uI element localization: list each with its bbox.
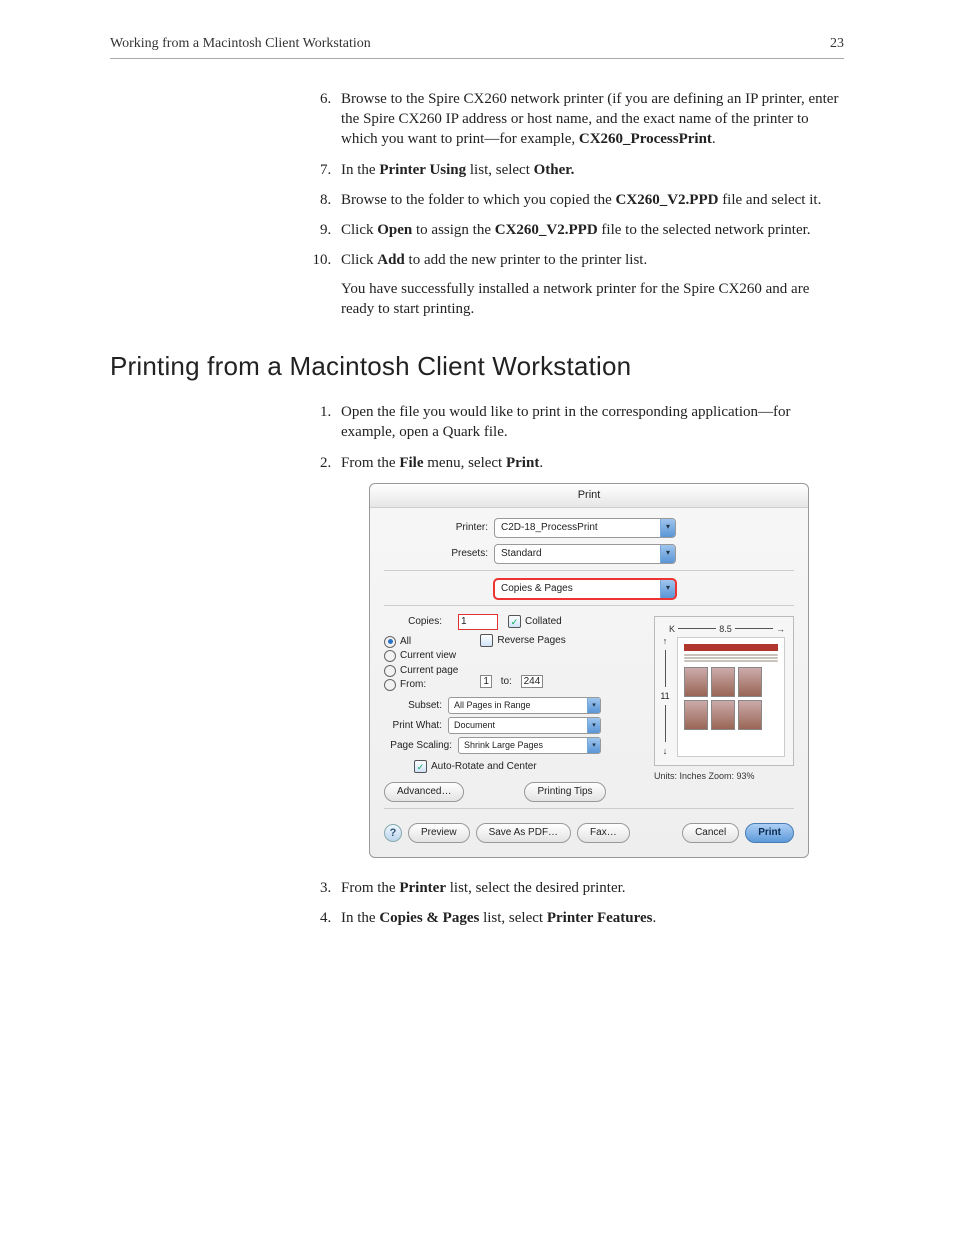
- chevron-updown-icon: ▾: [660, 519, 675, 537]
- range-from-radio[interactable]: From:: [384, 678, 458, 692]
- printwhat-label: Print What:: [384, 719, 448, 733]
- radio-off-icon: [384, 665, 396, 677]
- radio-off-icon: [384, 650, 396, 662]
- help-button[interactable]: ?: [384, 824, 402, 842]
- preview-box: K8.5→ ↑11↓: [654, 616, 794, 766]
- printwhat-select[interactable]: Document▾: [448, 717, 601, 734]
- printer-select[interactable]: C2D-18_ProcessPrint ▾: [494, 518, 676, 538]
- autorotate-checkbox[interactable]: ✓ Auto-Rotate and Center: [414, 760, 537, 774]
- dialog-title: Print: [370, 484, 808, 508]
- step-9: Click Open to assign the CX260_V2.PPD fi…: [335, 220, 844, 240]
- advanced-button[interactable]: Advanced…: [384, 782, 464, 802]
- step-b3: From the Printer list, select the desire…: [335, 878, 844, 898]
- range-currentpage-radio[interactable]: Current page: [384, 664, 458, 678]
- to-label: to:: [495, 676, 518, 687]
- subset-select[interactable]: All Pages in Range▾: [448, 697, 601, 714]
- chevron-updown-icon: ▾: [660, 580, 675, 598]
- check-icon: ✓: [508, 615, 521, 628]
- presets-label: Presets:: [384, 547, 494, 561]
- cancel-button[interactable]: Cancel: [682, 823, 739, 843]
- dim-width: K8.5→: [669, 623, 785, 635]
- separator: [384, 605, 794, 606]
- header-title: Working from a Macintosh Client Workstat…: [110, 35, 371, 54]
- step-8: Browse to the folder to which you copied…: [335, 190, 844, 210]
- step-list-b: Open the file you would like to print in…: [110, 402, 844, 928]
- step-list-a: Browse to the Spire CX260 network printe…: [110, 89, 844, 319]
- copies-label: Copies:: [384, 615, 448, 629]
- separator: [384, 808, 794, 809]
- checkbox-empty-icon: ✓: [480, 634, 493, 647]
- pane-select[interactable]: Copies & Pages ▾: [494, 579, 676, 599]
- scaling-select[interactable]: Shrink Large Pages▾: [458, 737, 601, 754]
- separator: [384, 570, 794, 571]
- step-7: In the Printer Using list, select Other.: [335, 160, 844, 180]
- chevron-updown-icon: ▾: [660, 545, 675, 563]
- chevron-updown-icon: ▾: [587, 698, 600, 713]
- printing-tips-button[interactable]: Printing Tips: [524, 782, 605, 802]
- page-thumbnail: [677, 637, 785, 757]
- chevron-updown-icon: ▾: [587, 718, 600, 733]
- units-zoom: Units: Inches Zoom: 93%: [654, 770, 794, 782]
- to-page-input[interactable]: 244: [521, 675, 544, 688]
- section-heading: Printing from a Macintosh Client Worksta…: [110, 349, 844, 384]
- copies-input[interactable]: 1: [458, 614, 498, 630]
- fax-button[interactable]: Fax…: [577, 823, 630, 843]
- print-dialog-figure: Print Printer: C2D-18_ProcessPrint ▾ Pre…: [369, 483, 809, 858]
- save-as-pdf-button[interactable]: Save As PDF…: [476, 823, 571, 843]
- range-all-radio[interactable]: All: [384, 635, 458, 649]
- printer-label: Printer:: [384, 521, 494, 535]
- step-b2: From the File menu, select Print. Print …: [335, 453, 844, 858]
- chevron-updown-icon: ▾: [587, 738, 600, 753]
- reverse-pages-checkbox[interactable]: ✓ Reverse Pages: [480, 634, 565, 648]
- range-currentview-radio[interactable]: Current view: [384, 649, 458, 663]
- preview-button[interactable]: Preview: [408, 823, 470, 843]
- radio-off-icon: [384, 679, 396, 691]
- step-10: Click Add to add the new printer to the …: [335, 250, 844, 319]
- scaling-label: Page Scaling:: [384, 739, 458, 753]
- step-b4: In the Copies & Pages list, select Print…: [335, 908, 844, 928]
- from-page-input[interactable]: 1: [480, 675, 492, 688]
- radio-on-icon: [384, 636, 396, 648]
- subset-label: Subset:: [384, 699, 448, 713]
- print-button[interactable]: Print: [745, 823, 794, 843]
- running-header: Working from a Macintosh Client Workstat…: [110, 35, 844, 59]
- page-number: 23: [830, 35, 844, 54]
- collated-checkbox[interactable]: ✓ Collated: [508, 615, 562, 629]
- dim-height: ↑11↓: [659, 635, 671, 757]
- step-10-note: You have successfully installed a networ…: [341, 279, 844, 320]
- step-b1: Open the file you would like to print in…: [335, 402, 844, 443]
- step-6: Browse to the Spire CX260 network printe…: [335, 89, 844, 150]
- check-icon: ✓: [414, 760, 427, 773]
- presets-select[interactable]: Standard ▾: [494, 544, 676, 564]
